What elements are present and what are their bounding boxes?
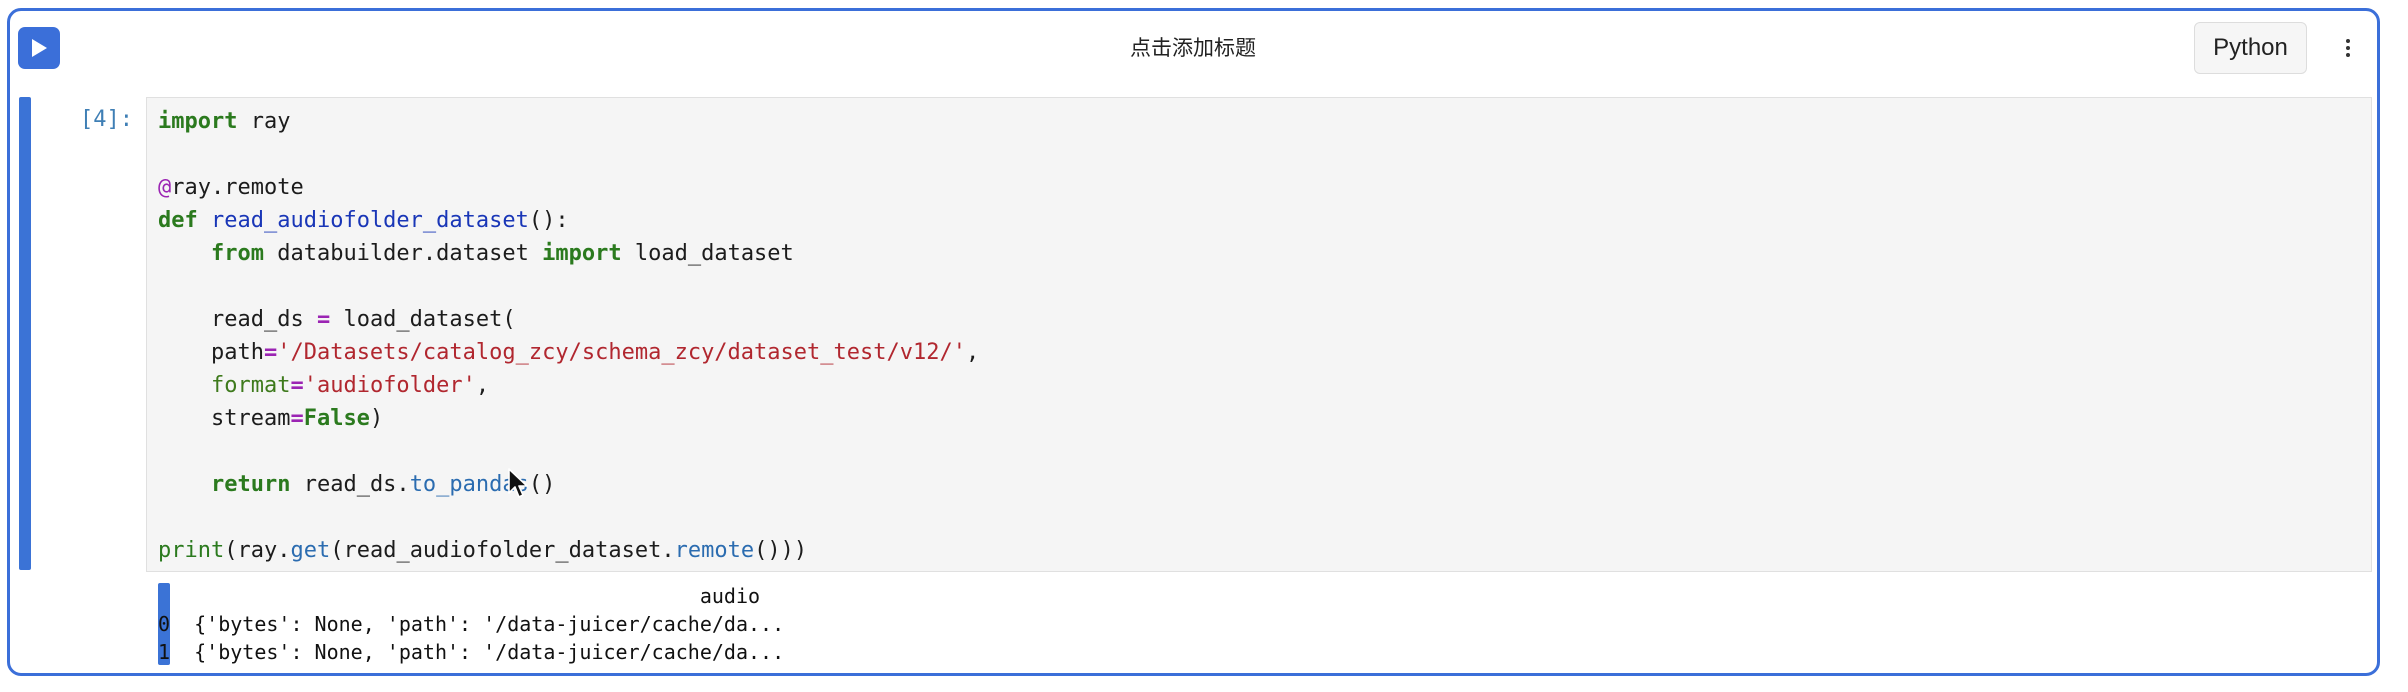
code-token: False <box>303 406 370 431</box>
more-vertical-icon[interactable] <box>2340 34 2356 62</box>
code-token: import <box>158 109 238 134</box>
code-token: format <box>210 373 291 398</box>
code-line[interactable]: stream=False) <box>158 402 979 435</box>
code-token: (ray. <box>224 538 291 563</box>
cell-output: audio 0 {'bytes': None, 'path': '/data-ju… <box>158 582 784 666</box>
code-line[interactable]: print(ray.get(read_audiofolder_dataset.r… <box>158 534 979 567</box>
kernel-language-button[interactable]: Python <box>2194 22 2307 74</box>
code-token: (): <box>528 208 569 233</box>
code-line[interactable] <box>158 270 979 303</box>
code-token: return <box>210 472 291 497</box>
code-token: (read_audiofolder_dataset. <box>330 538 675 563</box>
code-token: databuilder.dataset <box>263 241 543 266</box>
code-token: ray.remote <box>171 175 304 200</box>
code-line[interactable]: from databuilder.dataset import load_dat… <box>158 237 979 270</box>
code-token: load_dataset <box>621 241 794 266</box>
code-token: get <box>290 538 331 563</box>
code-token: from <box>210 241 264 266</box>
code-line[interactable]: path='/Datasets/catalog_zcy/schema_zcy/d… <box>158 336 979 369</box>
code-token: , <box>475 373 490 398</box>
code-token: 'audiofolder' <box>303 373 476 398</box>
mouse-cursor-icon <box>508 468 528 498</box>
code-line[interactable]: def read_audiofolder_dataset(): <box>158 204 979 237</box>
code-token: () <box>528 472 556 497</box>
cell-title[interactable]: 点击添加标题 <box>1130 32 1256 62</box>
code-token: = <box>263 340 278 365</box>
code-token: @ <box>158 175 172 200</box>
code-token: ())) <box>754 538 808 563</box>
code-line[interactable] <box>158 138 979 171</box>
code-line[interactable]: return read_ds.to_pandas() <box>158 468 979 501</box>
window-edge <box>2397 0 2408 692</box>
code-token: read_ds <box>158 307 317 332</box>
execution-count: [4]: <box>80 107 133 132</box>
output-line: 1 {'bytes': None, 'path': '/data-juicer/… <box>158 640 785 664</box>
output-line: 0 {'bytes': None, 'path': '/data-juicer/… <box>158 612 785 636</box>
play-icon <box>32 39 47 57</box>
code-line[interactable]: @ray.remote <box>158 171 979 204</box>
code-content[interactable]: import ray @ray.remote def read_audiofolde… <box>158 105 979 567</box>
code-token: load_dataset( <box>330 307 516 332</box>
code-token: ray <box>237 109 291 134</box>
code-token: path <box>158 340 264 365</box>
code-token: ) <box>369 406 384 431</box>
output-line: audio <box>158 584 761 608</box>
code-line[interactable] <box>158 501 979 534</box>
input-collapse-bar[interactable] <box>19 97 31 570</box>
code-line[interactable]: read_ds = load_dataset( <box>158 303 979 336</box>
code-line[interactable]: import ray <box>158 105 979 138</box>
code-token: def <box>158 208 198 233</box>
code-line[interactable] <box>158 435 979 468</box>
code-token: read_audiofolder_dataset <box>211 208 529 233</box>
code-token: read_ds. <box>290 472 410 497</box>
code-token: print <box>158 538 225 563</box>
code-token: stream <box>158 406 291 431</box>
code-token: import <box>542 241 622 266</box>
run-cell-button[interactable] <box>18 27 60 69</box>
code-token: = <box>290 406 304 431</box>
code-token: , <box>965 340 980 365</box>
code-token: = <box>316 307 331 332</box>
code-token: = <box>290 373 304 398</box>
code-token: remote <box>674 538 755 563</box>
code-token: '/Datasets/catalog_zcy/schema_zcy/datase… <box>277 340 966 365</box>
code-line[interactable]: format='audiofolder', <box>158 369 979 402</box>
